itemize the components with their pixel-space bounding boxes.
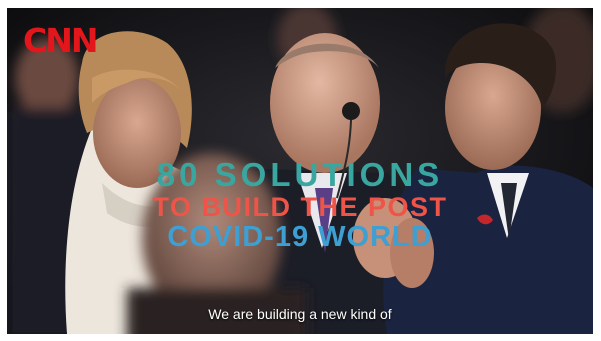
headline-overlay: 80 SOLUTIONS TO BUILD THE POST COVID-19 …: [7, 156, 593, 253]
cnn-logo: CNN: [23, 21, 98, 60]
headline-line-3: COVID-19 WORLD: [167, 220, 433, 253]
subtitle-caption: We are building a new kind of: [208, 306, 392, 322]
headline-line-2: TO BUILD THE POST: [152, 191, 448, 222]
video-frame: CNN 80 SOLUTIONS TO BUILD THE POST COVID…: [7, 8, 593, 334]
headline-line-1: 80 SOLUTIONS: [156, 156, 444, 193]
